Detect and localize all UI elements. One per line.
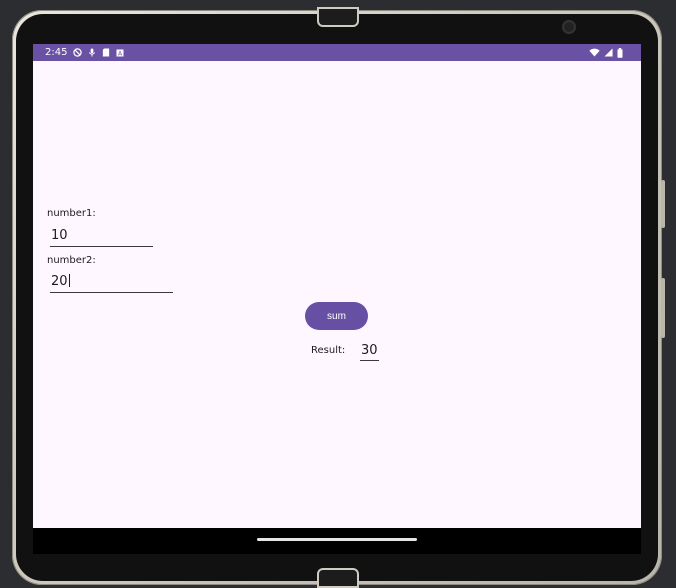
battery-icon [617,44,623,61]
status-bar-right [589,44,623,61]
notification-box-icon: A [116,44,124,61]
gesture-handle[interactable] [257,538,417,541]
number1-value: 10 [51,228,68,243]
no-disturb-icon [73,44,83,61]
number2-value: 20 [51,274,68,289]
sd-card-icon [102,44,110,61]
result-value: 30 [360,342,379,361]
result-label: Result: [311,345,346,356]
sum-button[interactable]: sum [305,302,368,330]
power-button[interactable] [661,180,665,228]
status-bar-left: 2:45 A [45,44,124,61]
app-screen: 2:45 A number1: 10 number2: 20 sum Resul… [33,44,641,528]
hinge-bottom [317,568,359,588]
mic-icon [88,44,96,61]
number2-label: number2: [47,255,96,266]
hinge-top [317,7,359,27]
signal-icon [604,44,613,61]
text-cursor [68,274,70,287]
desktop-background: 2:45 A number1: 10 number2: 20 sum Resul… [0,0,676,588]
number1-label: number1: [47,208,96,219]
wifi-icon [589,44,600,61]
navigation-bar [33,528,641,554]
status-bar: 2:45 A [33,44,641,61]
front-camera [564,22,574,32]
volume-button[interactable] [661,278,665,338]
number1-input[interactable]: 10 [50,225,153,247]
number2-input[interactable]: 20 [50,271,173,293]
status-time: 2:45 [45,47,68,58]
